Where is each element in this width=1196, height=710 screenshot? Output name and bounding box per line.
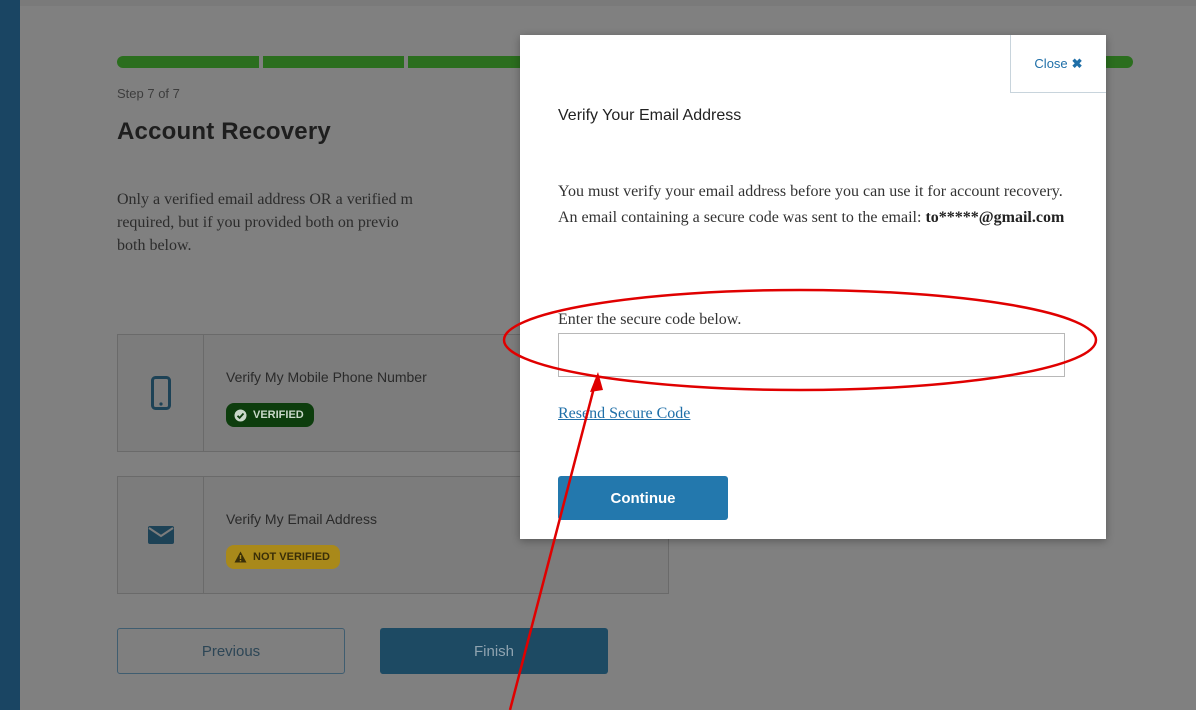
card-icon-box [118, 335, 204, 451]
resend-code-link[interactable]: Resend Secure Code [558, 405, 690, 423]
not-verified-badge: NOT VERIFIED [226, 545, 341, 569]
badge-text: VERIFIED [253, 409, 304, 421]
verify-email-modal: Close ✖ Verify Your Email Address You mu… [520, 35, 1106, 539]
card-label: Verify My Email Address [226, 511, 377, 527]
continue-button[interactable]: Continue [558, 476, 728, 520]
close-icon: ✖ [1071, 55, 1083, 71]
mobile-phone-icon [150, 376, 171, 410]
modal-title: Verify Your Email Address [558, 107, 742, 124]
card-icon-box [118, 477, 204, 593]
page-title: Account Recovery [117, 118, 331, 145]
close-label: Close [1034, 56, 1068, 71]
check-circle-icon [234, 409, 247, 421]
top-divider [20, 0, 1196, 6]
previous-button[interactable]: Previous [117, 628, 345, 674]
finish-button[interactable]: Finish [380, 628, 608, 674]
warning-icon [234, 551, 247, 563]
secure-code-label: Enter the secure code below. [558, 311, 742, 328]
masked-email: to*****@gmail.com [925, 209, 1065, 226]
progress-segment [117, 56, 259, 68]
badge-text: NOT VERIFIED [253, 551, 331, 563]
card-label: Verify My Mobile Phone Number [226, 369, 427, 385]
envelope-icon [147, 526, 174, 544]
verified-badge: VERIFIED [226, 403, 314, 427]
secure-code-input[interactable] [558, 333, 1065, 377]
close-button[interactable]: Close ✖ [1010, 35, 1106, 93]
progress-segment [262, 56, 405, 68]
modal-message: You must verify your email address befor… [558, 179, 1078, 231]
step-indicator: Step 7 of 7 [117, 86, 180, 101]
